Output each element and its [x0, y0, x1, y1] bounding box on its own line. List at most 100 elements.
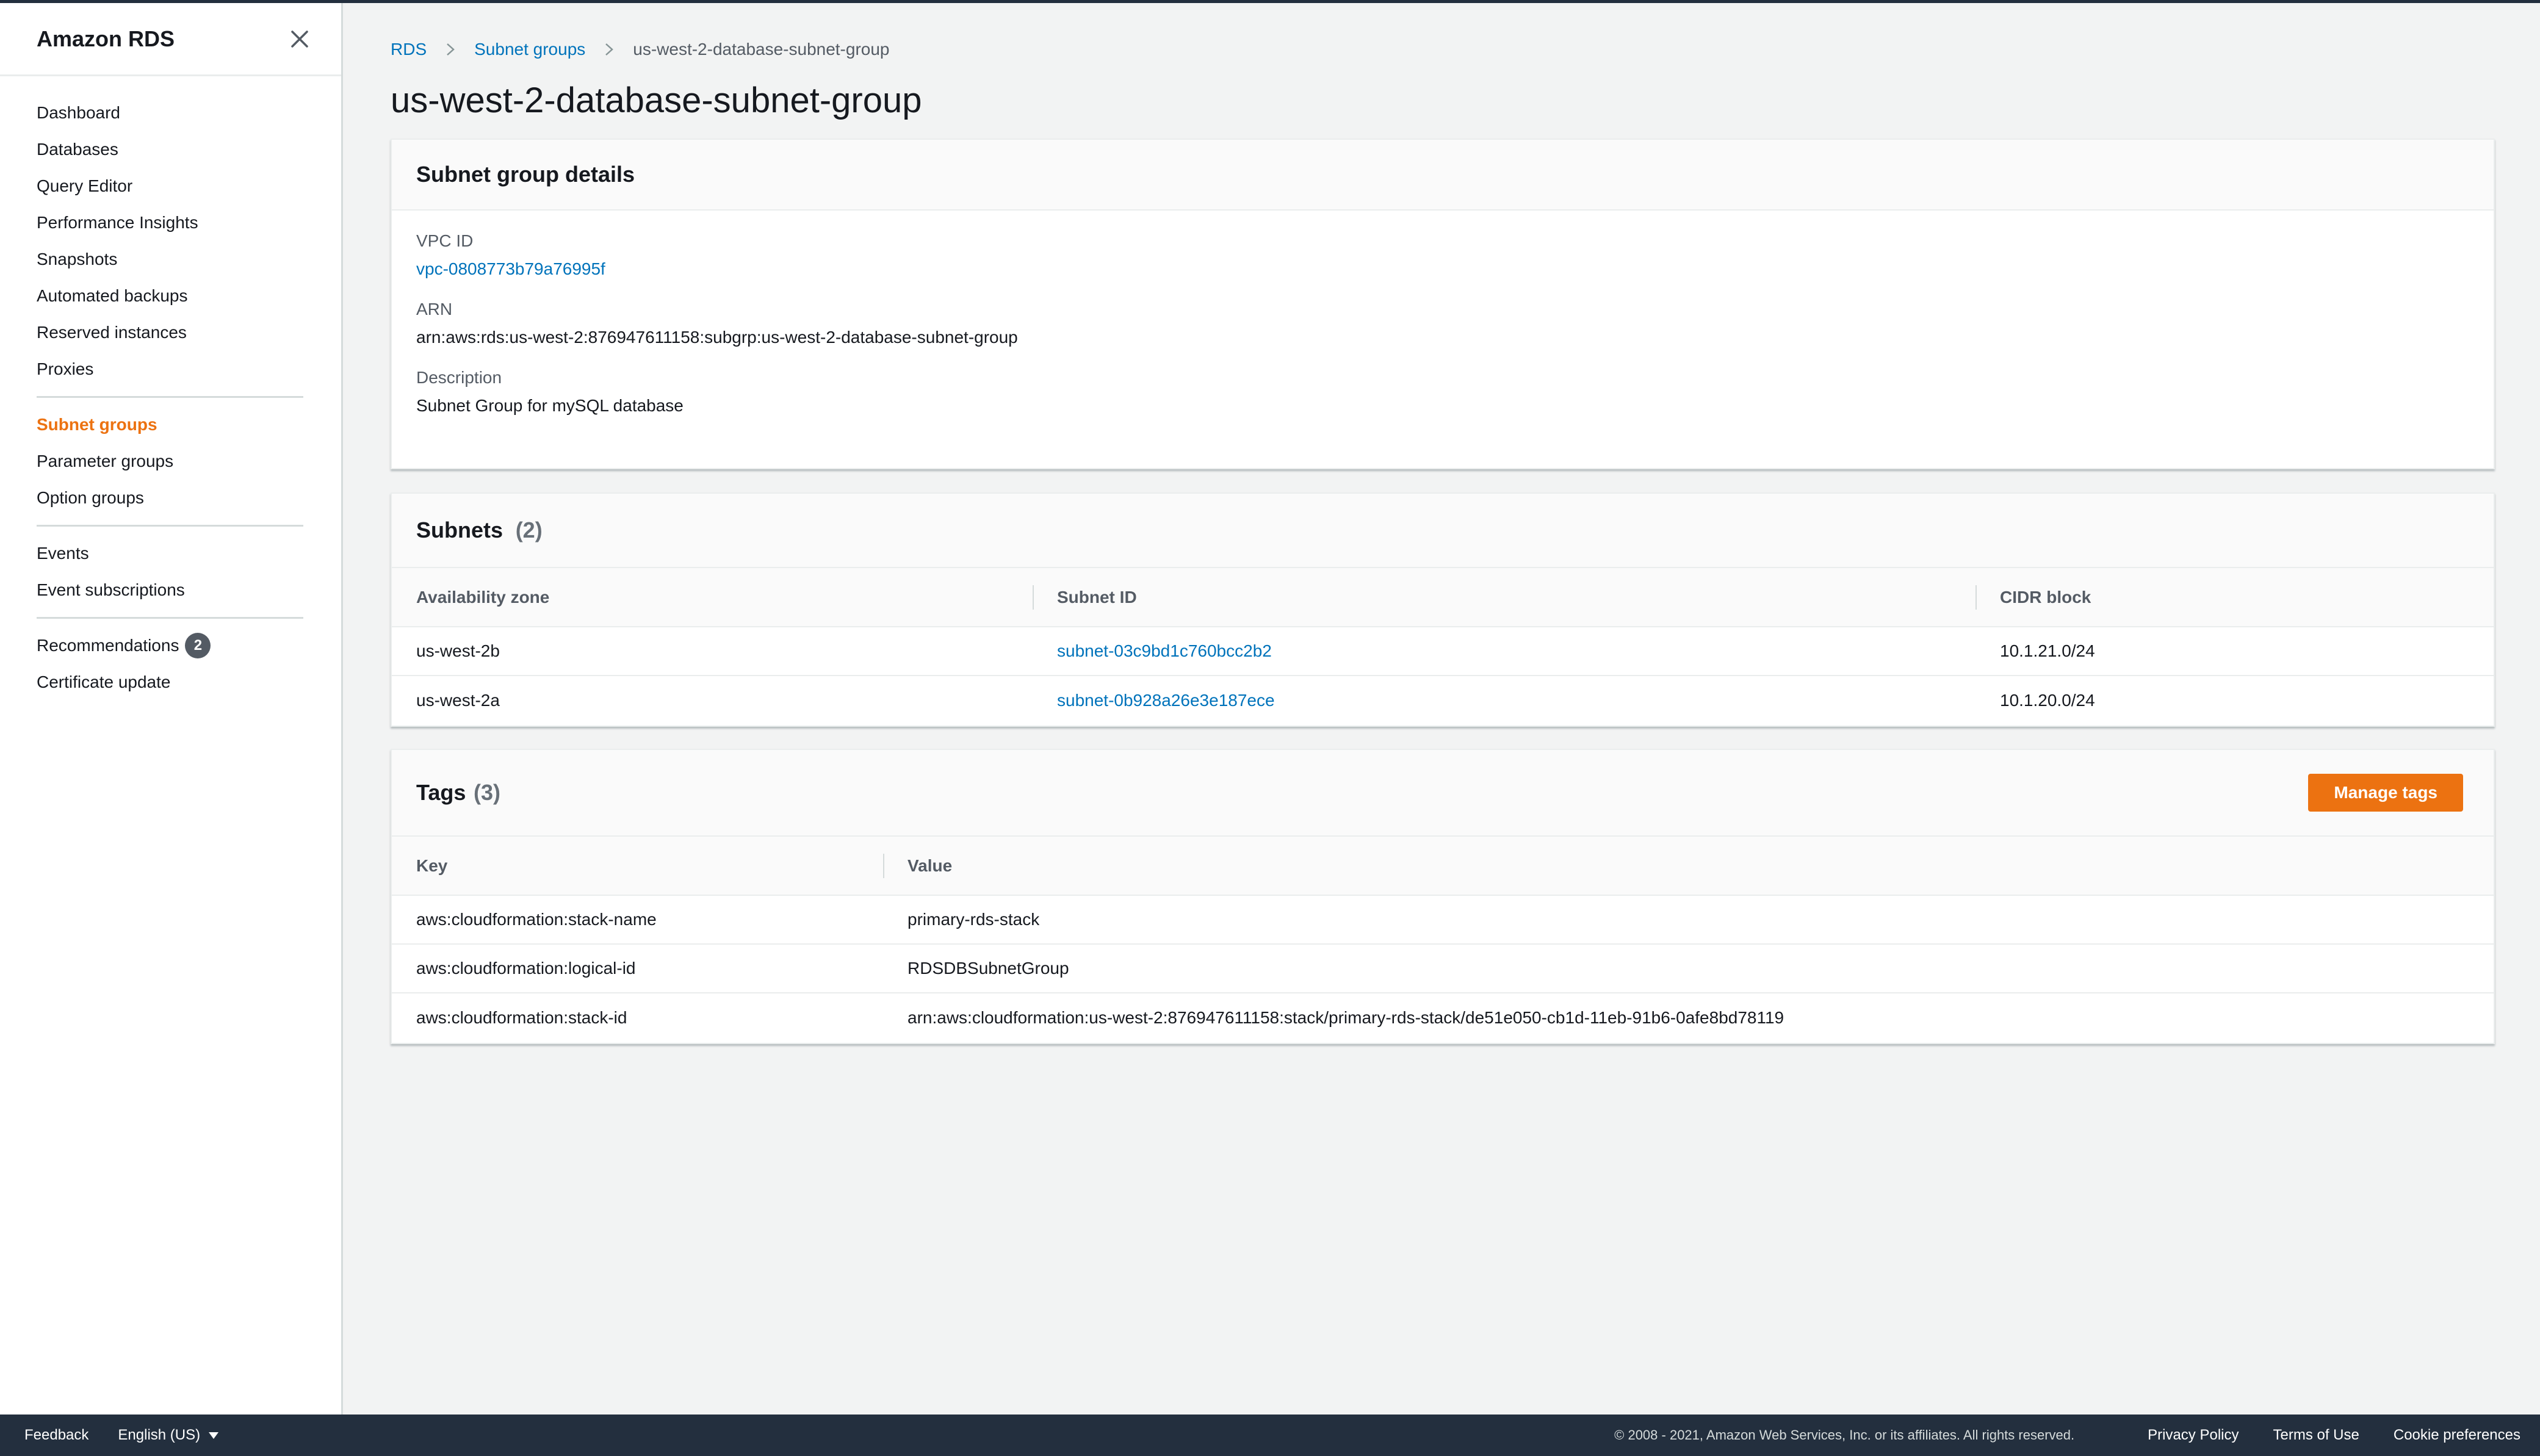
sidebar-item-proxies[interactable]: Proxies — [0, 351, 341, 387]
tags-panel: Tags (3) Manage tags Key Value aws:cloud… — [391, 749, 2495, 1044]
description-field: Description Subnet Group for mySQL datab… — [392, 368, 2494, 416]
sidebar-item-label: Subnet groups — [37, 415, 157, 434]
description-label: Description — [416, 368, 502, 387]
sidebar-item-label: Performance Insights — [37, 213, 198, 232]
column-header[interactable]: Key — [392, 837, 883, 896]
sidebar-item-label: Databases — [37, 140, 118, 159]
chevron-right-icon — [447, 43, 455, 56]
sidebar-item-option-groups[interactable]: Option groups — [0, 480, 341, 516]
caret-down-icon — [209, 1432, 219, 1439]
count-badge: 2 — [185, 633, 211, 658]
sidebar-item-performance-insights[interactable]: Performance Insights — [0, 204, 341, 241]
main-content: RDS Subnet groups us-west-2-database-sub… — [391, 3, 2495, 1044]
column-divider — [883, 854, 884, 878]
sidebar-item-label: Reserved instances — [37, 323, 187, 342]
tags-title: Tags — [416, 780, 466, 805]
column-header-label: Subnet ID — [1057, 587, 1137, 607]
column-divider — [1033, 585, 1034, 610]
subnet-id-link[interactable]: subnet-0b928a26e3e187ece — [1033, 676, 1975, 724]
sidebar-item-certificate-update[interactable]: Certificate update — [0, 664, 341, 701]
tag-key-cell: aws:cloudformation:stack-id — [416, 1007, 627, 1027]
sidebar-item-label: Proxies — [37, 359, 94, 378]
sidebar-item-event-subscriptions[interactable]: Event subscriptions — [0, 572, 341, 608]
table-row: aws:cloudformation:stack-id arn:aws:clou… — [392, 993, 2494, 1042]
footer: Feedback English (US) © 2008 - 2021, Ama… — [0, 1415, 2540, 1456]
sidebar-item-label: Option groups — [37, 488, 144, 507]
breadcrumb: RDS Subnet groups us-west-2-database-sub… — [391, 30, 2495, 69]
column-divider — [1975, 585, 1977, 610]
tag-key-cell: aws:cloudformation:stack-name — [392, 895, 883, 945]
sidebar-item-recommendations[interactable]: Recommendations 2 — [0, 627, 341, 664]
column-header[interactable]: CIDR block — [1975, 568, 2494, 627]
sidebar-item-label: Query Editor — [37, 176, 133, 195]
subnets-panel: Subnets (2) Availability zone Subnet ID … — [391, 492, 2495, 727]
table-row: us-west-2a subnet-0b928a26e3e187ece 10.1… — [392, 676, 2494, 724]
language-selector[interactable]: English (US) — [118, 1427, 220, 1444]
sidebar-item-snapshots[interactable]: Snapshots — [0, 241, 341, 278]
arn-field: ARN arn:aws:rds:us-west-2:876947611158:s… — [392, 300, 2494, 347]
sidebar-header: Amazon RDS — [0, 3, 341, 76]
column-header[interactable]: Availability zone — [392, 568, 1033, 627]
table-row: us-west-2b subnet-03c9bd1c760bcc2b2 10.1… — [392, 627, 2494, 676]
subnets-table: Availability zone Subnet ID CIDR block u… — [392, 568, 2494, 724]
sidebar-item-databases[interactable]: Databases — [0, 131, 341, 168]
vpc-id-field: VPC ID vpc-0808773b79a76995f — [392, 231, 2494, 279]
sidebar-item-query-editor[interactable]: Query Editor — [0, 168, 341, 204]
sidebar-item-automated-backups[interactable]: Automated backups — [0, 278, 341, 314]
tag-key-cell: aws:cloudformation:logical-id — [392, 944, 883, 993]
sidebar-item-label: Automated backups — [37, 286, 188, 305]
cidr-block-cell: 10.1.20.0/24 — [2000, 690, 2095, 710]
subnet-group-details-panel: Subnet group details VPC ID vpc-0808773b… — [391, 139, 2495, 469]
sidebar-item-parameter-groups[interactable]: Parameter groups — [0, 443, 341, 480]
subnet-id-link[interactable]: subnet-03c9bd1c760bcc2b2 — [1033, 627, 1975, 676]
sidebar-nav: Dashboard Databases Query Editor Performanc… — [0, 76, 341, 701]
table-row: aws:cloudformation:stack-name primary-rd… — [392, 895, 2494, 945]
column-header[interactable]: Subnet ID — [1033, 568, 1975, 627]
subnets-heading: Subnets (2) — [416, 517, 543, 543]
sidebar-divider — [37, 525, 303, 527]
sidebar-item-label: Certificate update — [37, 672, 171, 691]
subnets-count: (2) — [515, 517, 543, 542]
sidebar-item-label: Recommendations — [37, 636, 179, 655]
arn-value: arn:aws:rds:us-west-2:876947611158:subgr… — [416, 328, 1018, 347]
page-title: us-west-2-database-subnet-group — [391, 81, 922, 120]
manage-tags-button[interactable]: Manage tags — [2308, 774, 2463, 812]
panel-header: Subnet group details — [392, 140, 2494, 211]
sidebar-item-label: Parameter groups — [37, 452, 174, 470]
breadcrumb-subnet-groups[interactable]: Subnet groups — [474, 40, 585, 59]
feedback-link[interactable]: Feedback — [24, 1427, 88, 1444]
sidebar-item-reserved-instances[interactable]: Reserved instances — [0, 314, 341, 351]
sidebar-divider — [37, 396, 303, 398]
close-icon[interactable] — [287, 27, 312, 51]
tag-value-cell: RDSDBSubnetGroup — [883, 944, 2494, 993]
copyright-text: © 2008 - 2021, Amazon Web Services, Inc.… — [1614, 1427, 2075, 1443]
column-header-label: Value — [907, 856, 953, 875]
terms-of-use-link[interactable]: Terms of Use — [2273, 1427, 2359, 1444]
panel-header: Subnets (2) — [392, 494, 2494, 568]
sidebar-item-label: Dashboard — [37, 103, 120, 122]
details-title: Subnet group details — [416, 162, 635, 187]
subnets-title: Subnets — [416, 517, 503, 542]
sidebar-item-label: Snapshots — [37, 250, 118, 268]
sidebar-item-dashboard[interactable]: Dashboard — [0, 95, 341, 131]
chevron-right-icon — [605, 43, 614, 56]
breadcrumb-rds[interactable]: RDS — [391, 40, 427, 59]
panel-header: Tags (3) Manage tags — [392, 750, 2494, 837]
sidebar-item-label: Events — [37, 544, 89, 563]
vpc-id-link[interactable]: vpc-0808773b79a76995f — [416, 259, 2494, 279]
description-value: Subnet Group for mySQL database — [416, 396, 684, 415]
sidebar-title: Amazon RDS — [37, 26, 175, 51]
sidebar-item-subnet-groups[interactable]: Subnet groups — [0, 406, 341, 443]
privacy-policy-link[interactable]: Privacy Policy — [2148, 1427, 2239, 1444]
cookie-preferences-link[interactable]: Cookie preferences — [2394, 1427, 2520, 1444]
sidebar-item-label: Event subscriptions — [37, 580, 185, 599]
column-header[interactable]: Value — [883, 837, 2494, 896]
sidebar-item-events[interactable]: Events — [0, 535, 341, 572]
tags-heading: Tags (3) — [416, 780, 500, 805]
tags-table: Key Value aws:cloudformation:stack-name … — [392, 837, 2494, 1042]
footer-left: Feedback English (US) — [0, 1427, 220, 1444]
sidebar: Amazon RDS Dashboard Databases Query Edito… — [0, 3, 343, 1415]
tag-value-cell: arn:aws:cloudformation:us-west-2:8769476… — [907, 1007, 1784, 1027]
arn-label: ARN — [416, 300, 453, 319]
sidebar-divider — [37, 617, 303, 619]
